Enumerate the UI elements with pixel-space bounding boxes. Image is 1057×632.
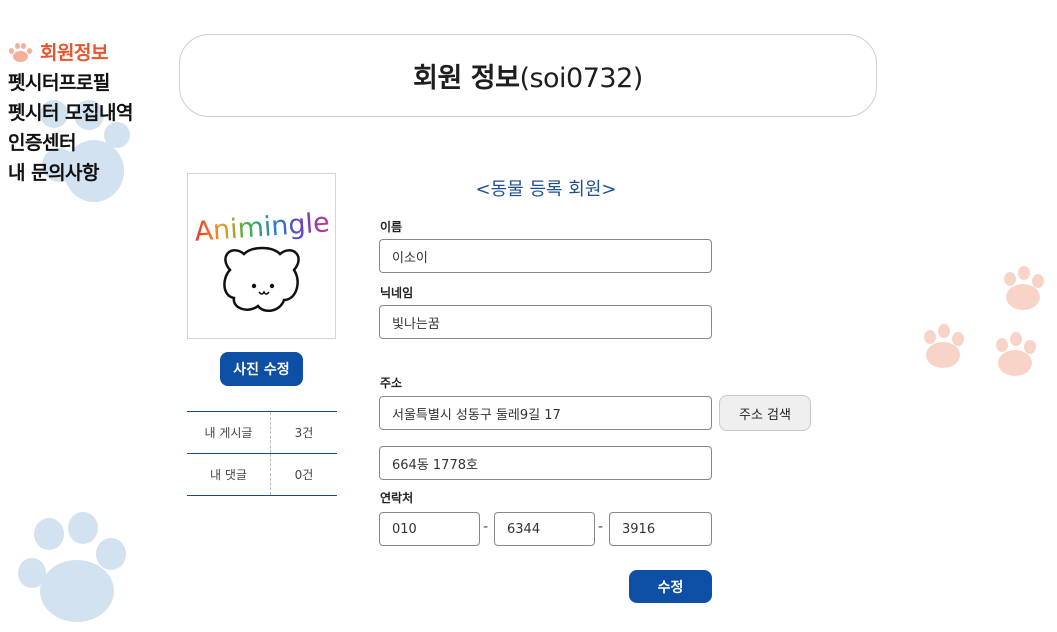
stat-label: 내 댓글: [187, 454, 271, 495]
profile-image: Animingle: [187, 173, 336, 339]
sidebar-item-label: 회원정보: [40, 42, 108, 64]
paw-print-decoration-right-left: [920, 324, 968, 370]
sidebar-nav: 회원정보 펫시터프로필 펫시터 모집내역 인증센터 내 문의사항: [8, 38, 178, 188]
sidebar-item-petsitter-profile[interactable]: 펫시터프로필: [8, 68, 178, 98]
phone-separator: -: [483, 519, 489, 535]
paw-print-decoration-right-top: [1000, 266, 1048, 312]
nickname-label: 닉네임: [380, 286, 414, 300]
table-row[interactable]: 내 댓글 0건: [187, 454, 337, 496]
user-id: (soi0732): [519, 63, 643, 94]
name-label: 이름: [380, 220, 403, 234]
page-title-text: 회원 정보: [413, 63, 520, 94]
nickname-field[interactable]: 빛나는꿈: [379, 305, 712, 339]
phone-field-2[interactable]: 6344: [494, 512, 595, 546]
logo-text: Animingle: [194, 207, 331, 247]
address-search-button[interactable]: 주소 검색: [719, 395, 811, 431]
edit-photo-button[interactable]: 사진 수정: [220, 352, 303, 386]
form-subtitle: <동물 등록 회원>: [475, 179, 617, 200]
sidebar-item-verification-center[interactable]: 인증센터: [8, 128, 178, 158]
sidebar-item-petsitter-recruit-history[interactable]: 펫시터 모집내역: [8, 98, 178, 128]
submit-edit-button[interactable]: 수정: [629, 570, 712, 603]
page-title: 회원 정보(soi0732): [413, 56, 643, 95]
paw-print-decoration-bottom-left: [14, 512, 130, 624]
phone-label: 연락처: [380, 491, 414, 505]
animingle-logo: Animingle: [194, 207, 331, 313]
table-row[interactable]: 내 게시글 3건: [187, 412, 337, 454]
name-field[interactable]: 이소이: [379, 239, 712, 273]
sidebar-item-my-inquiries[interactable]: 내 문의사항: [8, 158, 178, 188]
sidebar-item-member-info[interactable]: 회원정보: [8, 38, 178, 68]
address-field[interactable]: 서울특별시 성동구 둘레9길 17: [379, 396, 712, 430]
stat-label: 내 게시글: [187, 412, 271, 453]
stat-value: 3건: [294, 426, 314, 440]
activity-stats-table: 내 게시글 3건 내 댓글 0건: [187, 411, 337, 496]
phone-separator: -: [598, 519, 604, 535]
stat-value: 0건: [294, 468, 314, 482]
address-detail-field[interactable]: 664동 1778호: [379, 446, 712, 480]
address-label: 주소: [380, 376, 403, 390]
phone-field-1[interactable]: 010: [379, 512, 480, 546]
page-header: 회원 정보(soi0732): [179, 34, 877, 117]
phone-field-3[interactable]: 3916: [609, 512, 712, 546]
paw-print-decoration-right-bottom: [992, 332, 1040, 378]
paw-icon: [8, 43, 32, 63]
